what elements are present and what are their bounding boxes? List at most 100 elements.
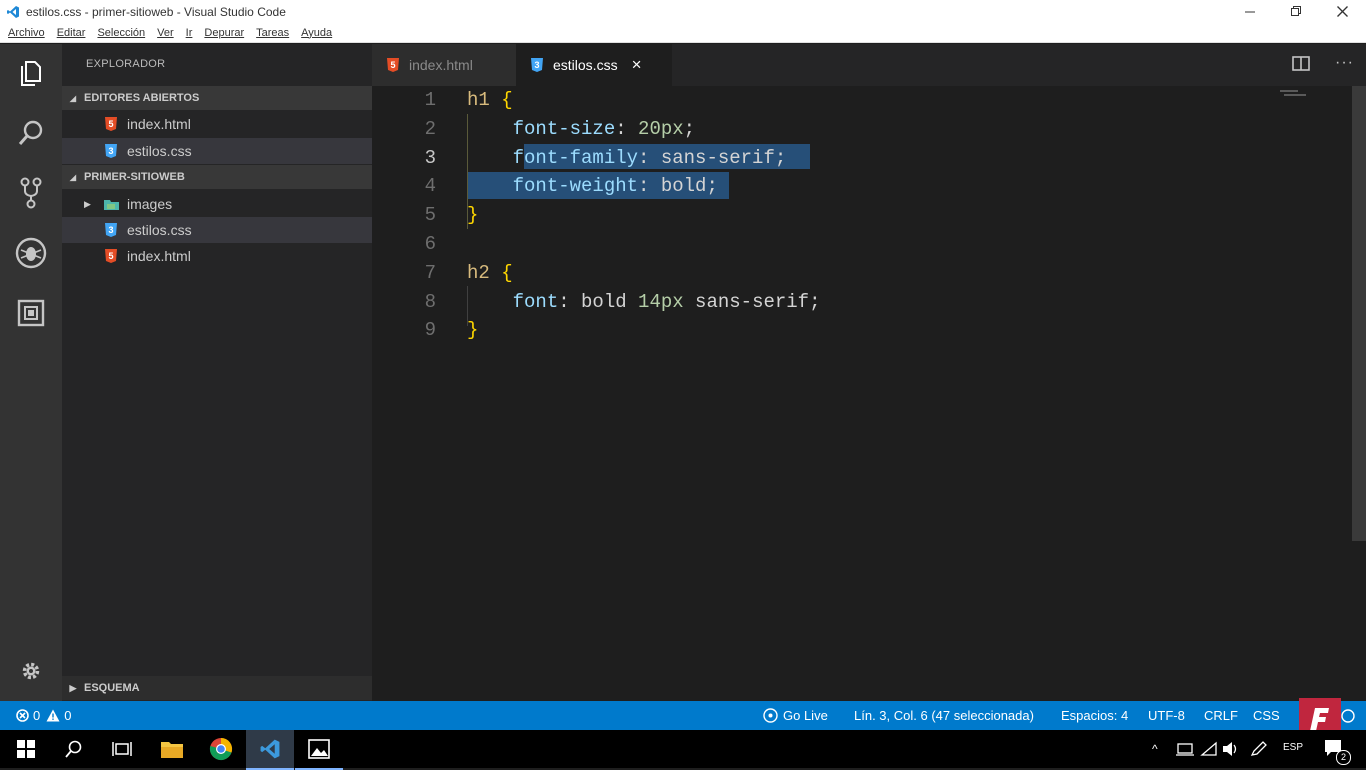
tray-volume[interactable] (1222, 741, 1240, 762)
section-open-editors[interactable]: ◢ EDITORES ABIERTOS (62, 86, 372, 110)
warning-count: 0 (64, 708, 72, 723)
open-editor-estilos-css[interactable]: 3 estilos.css (62, 138, 414, 164)
sidebar-title: EXPLORADOR (86, 58, 166, 70)
vscode-icon (7, 5, 19, 18)
code-line: font-family: sans-serif; (512, 147, 787, 169)
activity-search[interactable] (0, 108, 62, 158)
menu-depurar[interactable]: Depurar (204, 27, 244, 39)
activity-settings[interactable] (0, 646, 62, 696)
line-ending[interactable]: CRLF (1204, 701, 1238, 730)
menu-ir[interactable]: Ir (186, 27, 193, 39)
tray-devices[interactable] (1175, 741, 1195, 762)
activity-extensions[interactable] (0, 288, 62, 338)
encoding[interactable]: UTF-8 (1148, 701, 1185, 730)
menu-editar[interactable]: Editar (57, 27, 86, 39)
menu-ayuda[interactable]: Ayuda (301, 27, 332, 39)
code-line: h1 { (467, 89, 513, 111)
activity-explorer[interactable] (0, 48, 62, 98)
tab-index-html[interactable]: 5 index.html (372, 44, 528, 86)
line-number: 6 (424, 233, 436, 255)
windows-taskbar: ^ ESP 2 (0, 730, 1366, 770)
start-button[interactable] (2, 730, 50, 768)
tree-file-index-html[interactable]: 5 index.html (62, 243, 414, 269)
menu-bar: Archivo Editar Selección Ver Ir Depurar … (0, 23, 1366, 43)
activity-source-control[interactable] (0, 168, 62, 218)
tree-file-estilos-css[interactable]: 3 estilos.css (62, 217, 414, 243)
file-label: estilos.css (127, 143, 192, 159)
activity-debug[interactable] (0, 228, 62, 278)
language-mode[interactable]: CSS (1253, 701, 1280, 730)
status-bar: 0 0 Go Live Lín. 3, Col. 6 (47 seleccion… (0, 701, 1366, 730)
tab-label: estilos.css (553, 57, 618, 73)
minimize-icon (1244, 11, 1255, 13)
warning-icon (46, 709, 60, 722)
section-label: EDITORES ABIERTOS (84, 92, 200, 104)
tray-language[interactable]: ESP (1283, 742, 1303, 753)
windows-logo-icon (17, 740, 35, 758)
notification-badge: 2 (1336, 750, 1351, 765)
chrome-button[interactable] (197, 730, 245, 768)
feedback-button[interactable] (1340, 701, 1356, 730)
gear-icon (22, 662, 40, 680)
svg-text:3: 3 (108, 225, 113, 235)
restore-button[interactable] (1273, 0, 1319, 23)
go-live-button[interactable]: Go Live (763, 701, 828, 730)
menu-tareas[interactable]: Tareas (256, 27, 289, 39)
line-number: 4 (424, 175, 436, 197)
line-number: 7 (424, 262, 436, 284)
menu-seleccion[interactable]: Selección (97, 27, 145, 39)
vscode-icon (260, 739, 280, 759)
tree-folder-images[interactable]: ▶ images (62, 191, 394, 217)
css-file-icon: 3 (104, 223, 118, 237)
code-editor[interactable]: 1 2 3 4 5 6 7 8 9 h1 { font-size: 20px; … (372, 86, 1366, 701)
css-file-icon: 3 (530, 58, 544, 72)
open-editor-index-html[interactable]: 5 index.html (62, 111, 414, 137)
vertical-scrollbar[interactable] (1352, 86, 1366, 541)
expand-icon: ▶ (84, 198, 91, 209)
error-count: 0 (33, 708, 41, 723)
section-label: PRIMER-SITIOWEB (84, 171, 185, 183)
photos-taskbar-button[interactable] (295, 730, 343, 770)
file-label: images (127, 196, 173, 212)
tray-pen[interactable] (1250, 741, 1268, 762)
minimize-button[interactable] (1227, 0, 1273, 23)
menu-archivo[interactable]: Archivo (8, 27, 45, 39)
file-label: index.html (127, 248, 191, 264)
tray-network[interactable] (1200, 741, 1218, 762)
line-number: 9 (424, 319, 436, 341)
wifi-icon (1200, 741, 1217, 756)
search-icon (18, 120, 43, 145)
file-explorer-button[interactable] (148, 730, 196, 768)
menu-ver[interactable]: Ver (157, 27, 174, 39)
problems-indicator[interactable]: 0 0 (16, 701, 71, 730)
code-line: h2 { (467, 262, 513, 284)
svg-text:3: 3 (108, 146, 113, 156)
close-window-button[interactable] (1319, 0, 1365, 23)
line-number: 1 (424, 89, 436, 111)
cursor-position[interactable]: Lín. 3, Col. 6 (47 seleccionada) (854, 701, 1034, 730)
line-number: 3 (424, 147, 436, 169)
section-project[interactable]: ◢ PRIMER-SITIOWEB (62, 165, 372, 189)
extensions-icon (17, 299, 45, 327)
more-actions-icon[interactable]: ··· (1335, 54, 1354, 72)
tab-close-icon[interactable]: × (632, 55, 642, 75)
html-file-icon: 5 (386, 58, 400, 72)
vscode-taskbar-button[interactable] (246, 730, 294, 770)
minimap[interactable] (1280, 88, 1310, 102)
tray-overflow-icon[interactable]: ^ (1152, 742, 1158, 756)
pen-icon (1250, 741, 1267, 756)
split-editor-button[interactable] (1292, 56, 1310, 77)
task-view-button[interactable] (98, 730, 146, 768)
section-outline[interactable]: ▶ ESQUEMA (62, 676, 372, 700)
indentation[interactable]: Espacios: 4 (1061, 701, 1128, 730)
tab-estilos-css[interactable]: 3 estilos.css × (516, 44, 672, 86)
explorer-icon (21, 61, 41, 86)
close-icon (1336, 6, 1348, 17)
taskbar-search-button[interactable] (50, 730, 98, 768)
explorer-sidebar: EXPLORADOR ◢ EDITORES ABIERTOS 5 index.h… (62, 44, 414, 701)
svg-text:3: 3 (534, 60, 539, 70)
editor-tab-bar: 5 index.html 3 estilos.css × ··· (372, 44, 1366, 86)
collapse-icon: ◢ (69, 93, 77, 103)
restore-icon (1290, 6, 1301, 16)
code-line: } (467, 204, 479, 226)
